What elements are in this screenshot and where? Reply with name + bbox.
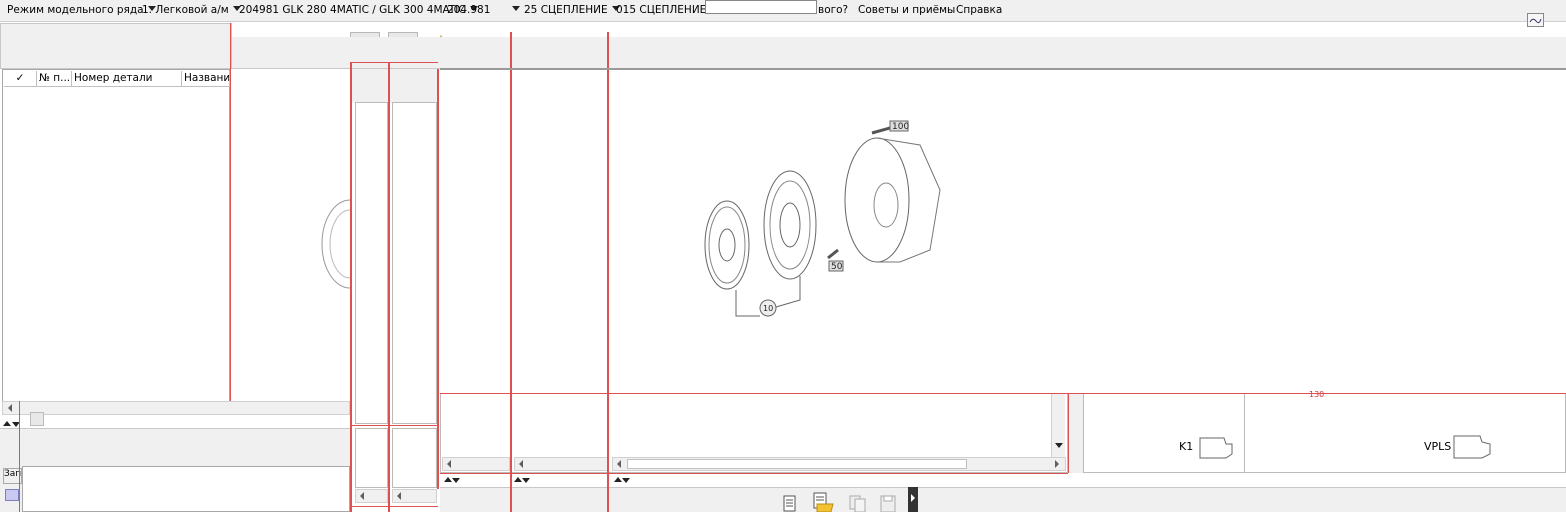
scroll-down-icon[interactable] bbox=[1055, 443, 1063, 448]
folder-document-icon[interactable] bbox=[811, 492, 835, 513]
menu-help[interactable]: Справка bbox=[956, 4, 1002, 16]
splitter-up-icon[interactable] bbox=[444, 477, 452, 482]
clip-k1-icon bbox=[1199, 437, 1233, 459]
diagram-pane-partial bbox=[232, 69, 379, 393]
h-scrollbar-a[interactable] bbox=[355, 489, 388, 503]
row-icon bbox=[5, 489, 19, 501]
save-icon[interactable] bbox=[879, 494, 897, 513]
clip-preview-pane: 130 K1 VPLS bbox=[1083, 390, 1566, 473]
menu-model-mode[interactable]: Режим модельного ряда bbox=[7, 4, 156, 16]
scroll-left-icon[interactable] bbox=[8, 404, 12, 412]
expand-right-icon[interactable] bbox=[911, 494, 915, 502]
menu-whats-new[interactable]: вого? bbox=[818, 4, 848, 16]
callout-50: 50 bbox=[831, 262, 843, 272]
h-scrollbar-e[interactable] bbox=[612, 457, 1066, 471]
h-scrollbar-b[interactable] bbox=[392, 489, 437, 503]
copy-icon[interactable] bbox=[847, 494, 867, 513]
scroll-left-icon[interactable] bbox=[397, 492, 401, 500]
menu-engine[interactable]: 204.981 bbox=[447, 4, 521, 16]
scroll-right-icon[interactable] bbox=[1055, 460, 1059, 468]
narrow-list-4 bbox=[392, 428, 437, 488]
splitter-bar[interactable] bbox=[1068, 393, 1083, 473]
col-part-number[interactable]: Номер детали bbox=[72, 71, 182, 87]
menu-tips[interactable]: Советы и приёмы bbox=[858, 4, 955, 16]
h-scrollbar-d[interactable] bbox=[514, 457, 608, 471]
narrow-list-1 bbox=[355, 102, 388, 424]
splitter-down-icon[interactable] bbox=[622, 478, 630, 483]
bottom-left-list bbox=[22, 466, 350, 512]
scroll-left-icon[interactable] bbox=[360, 492, 364, 500]
col-name[interactable]: Название bbox=[182, 71, 230, 87]
window-restore-icon[interactable] bbox=[1527, 13, 1544, 27]
splitter-down-icon[interactable] bbox=[452, 478, 460, 483]
menu-group[interactable]: 25 СЦЕПЛЕНИЕ bbox=[524, 4, 620, 16]
splitter-up-icon[interactable] bbox=[614, 477, 622, 482]
narrow-list-2 bbox=[392, 102, 437, 424]
narrow-list-3 bbox=[355, 428, 388, 488]
scroll-thumb[interactable] bbox=[627, 459, 967, 469]
callout-10: 10 bbox=[763, 304, 773, 313]
chevron-down-icon bbox=[512, 6, 521, 11]
diagram-v-scrollbar[interactable] bbox=[1051, 393, 1065, 457]
scroll-left-icon[interactable] bbox=[617, 460, 621, 468]
pin-icon[interactable] bbox=[30, 412, 44, 426]
parts-table bbox=[2, 69, 230, 402]
clip-label-k1: K1 bbox=[1179, 440, 1194, 453]
h-scrollbar-c[interactable] bbox=[442, 457, 510, 471]
col-check[interactable]: ✓ bbox=[4, 71, 37, 87]
menu-subgroup[interactable]: 015 СЦЕПЛЕНИЕ bbox=[616, 4, 719, 16]
parts-table-h-scrollbar[interactable] bbox=[2, 401, 350, 415]
left-panel-header bbox=[0, 23, 232, 69]
scroll-left-icon[interactable] bbox=[519, 460, 523, 468]
column-pane-header bbox=[352, 69, 438, 103]
menu-model[interactable]: 204981 GLK 280 4MATIC / GLK 300 4MATIC bbox=[239, 4, 478, 16]
clip-label-vpls: VPLS bbox=[1424, 440, 1452, 453]
menu-bar: Режим модельного ряда 1. Легковой а/м 20… bbox=[0, 0, 1566, 27]
toolbar-strip bbox=[232, 37, 1566, 69]
menu-vehicle-class[interactable]: 1. Легковой а/м bbox=[142, 4, 241, 16]
document-icon[interactable] bbox=[781, 494, 799, 512]
splitter-up-icon[interactable] bbox=[514, 477, 522, 482]
splitter-up-icon[interactable] bbox=[3, 421, 11, 426]
search-input[interactable] bbox=[705, 0, 817, 14]
clip-vpls-icon bbox=[1453, 435, 1491, 459]
splitter-down-icon[interactable] bbox=[522, 478, 530, 483]
scroll-left-icon[interactable] bbox=[447, 460, 451, 468]
callout-partial: 130 bbox=[1309, 390, 1325, 399]
col-position[interactable]: № п... bbox=[37, 71, 72, 87]
callout-100: 100 bbox=[892, 122, 909, 132]
